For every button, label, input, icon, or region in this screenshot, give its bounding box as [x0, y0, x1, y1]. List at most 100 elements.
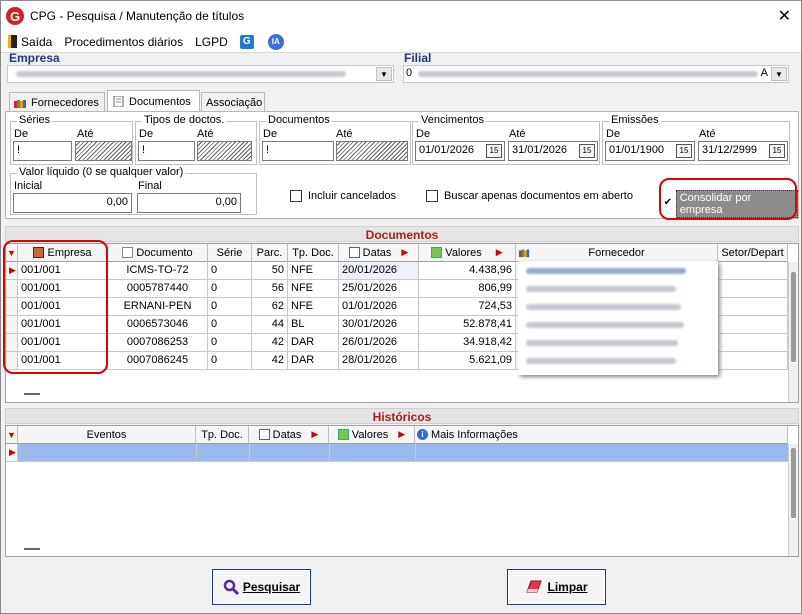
checkbox-box[interactable] [426, 190, 438, 202]
chevron-down-icon[interactable]: ▼ [771, 67, 787, 81]
col-mais-informacoes[interactable]: i Mais Informações [415, 426, 788, 444]
cell-tp-doc[interactable]: NFE [288, 298, 339, 316]
cell-valor[interactable]: 4.438,96 [419, 262, 516, 280]
valor-final-input[interactable]: 0,00 [137, 193, 241, 213]
buscar-aberto-checkbox[interactable]: Buscar apenas documentos em aberto [426, 190, 633, 202]
cell-tp-doc[interactable]: NFE [288, 262, 339, 280]
chevron-down-icon[interactable]: ▼ [376, 67, 392, 81]
col-eventos[interactable]: Eventos [18, 426, 196, 444]
historicos-selected-row[interactable] [18, 444, 788, 462]
cell-valor[interactable]: 724,53 [419, 298, 516, 316]
cell-valor[interactable]: 5.621,09 [419, 352, 516, 370]
scrollbar-thumb[interactable] [791, 448, 796, 518]
cell-parc[interactable]: 50 [252, 262, 288, 280]
arrow-right-icon[interactable]: ▶ [311, 429, 318, 440]
cell-documento[interactable]: ICMS-TO-72 [108, 262, 208, 280]
col-serie[interactable]: Série [208, 244, 252, 262]
documentos-ate-input[interactable] [336, 141, 408, 161]
cell-data[interactable]: 26/01/2026 [339, 334, 419, 352]
cell-parc[interactable]: 42 [252, 334, 288, 352]
vertical-scrollbar[interactable] [788, 444, 798, 556]
close-icon[interactable]: ✕ [778, 6, 791, 26]
cell-data[interactable]: 20/01/2026 [339, 262, 419, 280]
tipos-de-input[interactable]: ! [138, 141, 195, 161]
historicos-grid[interactable]: ▼ Eventos Tp. Doc. Datas ▶ Valores ▶ i M… [5, 425, 799, 557]
series-de-input[interactable]: ! [13, 141, 72, 161]
scrollbar-thumb[interactable] [791, 272, 796, 362]
empresa-select[interactable]: ▼ [7, 65, 394, 83]
documentos-grid[interactable]: ▼ Empresa Documento Série Parc. Tp. Doc.… [5, 243, 799, 403]
g-app-icon[interactable]: G [239, 34, 254, 49]
cell-tp-doc[interactable]: NFE [288, 280, 339, 298]
cell-serie[interactable]: 0 [208, 334, 252, 352]
col-hist-valores[interactable]: Valores ▶ [329, 426, 415, 444]
cell-setor[interactable] [718, 280, 788, 298]
incluir-cancelados-checkbox[interactable]: Incluir cancelados [290, 190, 396, 202]
cell-tp-doc[interactable]: DAR [288, 334, 339, 352]
calendar-icon[interactable]: 15 [676, 144, 692, 158]
cell-parc[interactable]: 62 [252, 298, 288, 316]
cell-documento[interactable]: 0005787440 [108, 280, 208, 298]
documentos-de-input[interactable]: ! [262, 141, 334, 161]
col-valores[interactable]: Valores ▶ [419, 244, 516, 262]
pesquisar-button[interactable]: Pesquisar [212, 569, 311, 605]
cell-setor[interactable] [718, 262, 788, 280]
series-ate-input[interactable] [75, 141, 132, 161]
cell-data[interactable]: 28/01/2026 [339, 352, 419, 370]
filial-select[interactable]: 0 A ▼ [403, 65, 789, 83]
cell-serie[interactable]: 0 [208, 298, 252, 316]
cell-setor[interactable] [718, 298, 788, 316]
cell-serie[interactable]: 0 [208, 280, 252, 298]
col-datas[interactable]: Datas ▶ [339, 244, 419, 262]
cell-serie[interactable]: 0 [208, 316, 252, 334]
menu-saida[interactable]: Saída [1, 35, 58, 49]
cell-parc[interactable]: 42 [252, 352, 288, 370]
col-documento[interactable]: Documento [108, 244, 208, 262]
vencimentos-de-input[interactable]: 01/01/2026 15 [415, 141, 505, 161]
cell-valor[interactable]: 34.918,42 [419, 334, 516, 352]
cell-serie[interactable]: 0 [208, 352, 252, 370]
cell-tp-doc[interactable]: BL [288, 316, 339, 334]
col-hist-tp-doc[interactable]: Tp. Doc. [196, 426, 249, 444]
cell-documento[interactable]: 0006573046 [108, 316, 208, 334]
tab-fornecedores[interactable]: Fornecedores [9, 92, 105, 112]
vencimentos-ate-input[interactable]: 31/01/2026 15 [508, 141, 598, 161]
cell-setor[interactable] [718, 316, 788, 334]
cell-tp-doc[interactable]: DAR [288, 352, 339, 370]
menu-procedimentos[interactable]: Procedimentos diários [58, 35, 189, 49]
menu-lgpd[interactable]: LGPD [189, 35, 234, 49]
col-parc[interactable]: Parc. [252, 244, 288, 262]
checkbox-box[interactable] [290, 190, 302, 202]
cell-serie[interactable]: 0 [208, 262, 252, 280]
col-fornecedor[interactable]: Fornecedor [516, 244, 718, 262]
tab-associacao[interactable]: Associação [201, 92, 265, 112]
limpar-button[interactable]: Limpar [507, 569, 606, 605]
ia-assistant-icon[interactable]: IA [267, 33, 284, 50]
col-setor[interactable]: Setor/Depart [718, 244, 788, 262]
tipos-ate-input[interactable] [197, 141, 252, 161]
vertical-scrollbar[interactable] [788, 262, 798, 402]
col-tp-doc[interactable]: Tp. Doc. [288, 244, 339, 262]
arrow-right-icon[interactable]: ▶ [496, 247, 503, 258]
cell-parc[interactable]: 56 [252, 280, 288, 298]
cell-valor[interactable]: 806,99 [419, 280, 516, 298]
calendar-icon[interactable]: 15 [486, 144, 502, 158]
tab-documentos[interactable]: Documentos [107, 90, 200, 112]
cell-data[interactable]: 30/01/2026 [339, 316, 419, 334]
calendar-icon[interactable]: 15 [579, 144, 595, 158]
calendar-icon[interactable]: 15 [769, 144, 785, 158]
valor-inicial-input[interactable]: 0,00 [13, 193, 132, 213]
arrow-right-icon[interactable]: ▶ [398, 429, 405, 440]
cell-setor[interactable] [718, 334, 788, 352]
cell-valor[interactable]: 52.878,41 [419, 316, 516, 334]
cell-documento[interactable]: 0007086253 [108, 334, 208, 352]
cell-documento[interactable]: ERNANI-PEN [108, 298, 208, 316]
emissoes-de-input[interactable]: 01/01/1900 15 [605, 141, 695, 161]
cell-data[interactable]: 25/01/2026 [339, 280, 419, 298]
arrow-right-icon[interactable]: ▶ [401, 247, 408, 258]
cell-data[interactable]: 01/01/2026 [339, 298, 419, 316]
col-hist-datas[interactable]: Datas ▶ [249, 426, 329, 444]
emissoes-ate-input[interactable]: 31/12/2999 15 [698, 141, 788, 161]
cell-parc[interactable]: 44 [252, 316, 288, 334]
cell-documento[interactable]: 0007086245 [108, 352, 208, 370]
